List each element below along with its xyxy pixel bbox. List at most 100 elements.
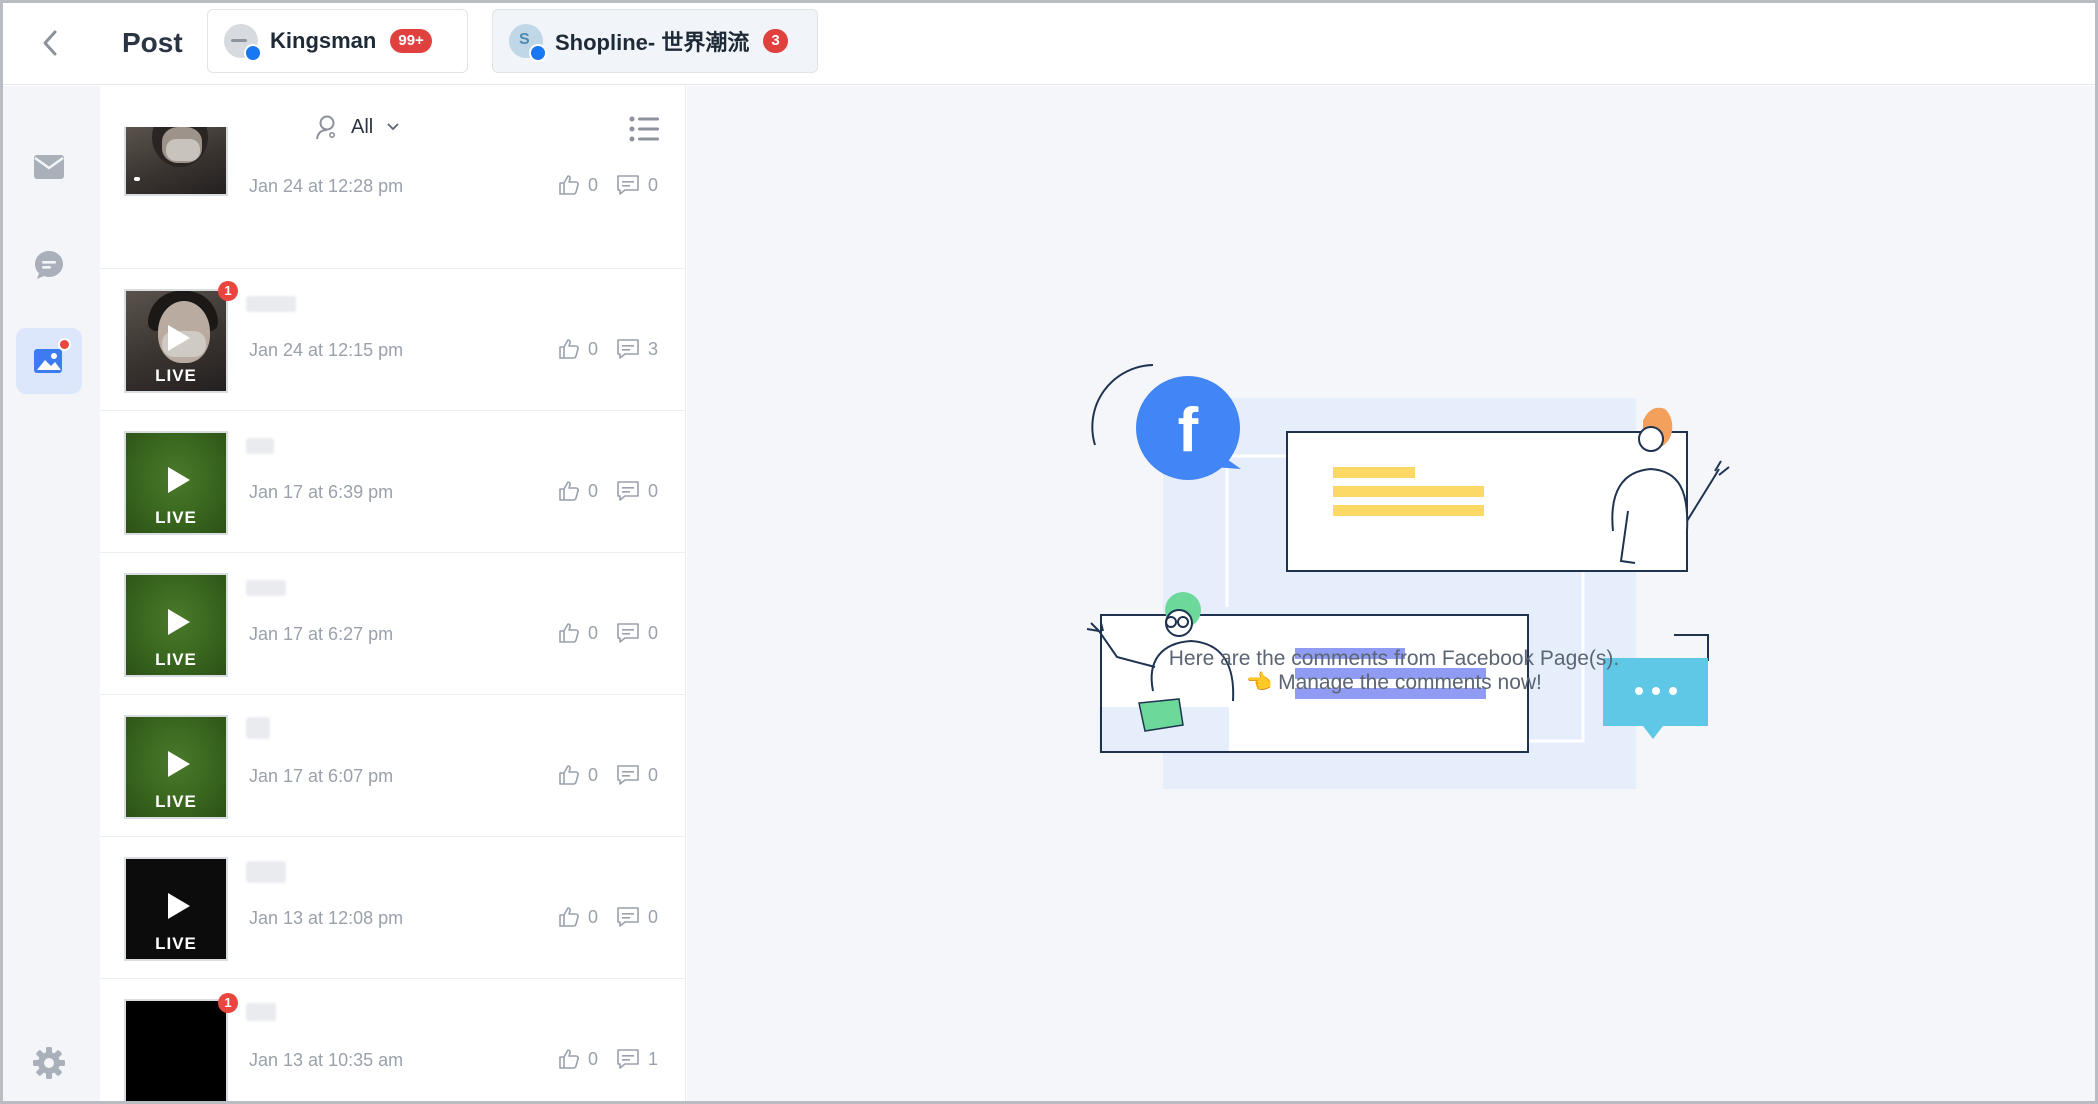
post-item[interactable]: LIVE Jan 13 at 12:08 pm 0 0 [100, 837, 685, 979]
live-label: LIVE [155, 934, 197, 953]
empty-state-message: Here are the comments from Facebook Page… [1168, 647, 1620, 670]
empty-state-cta: 👈 Manage the comments now! [1246, 671, 1542, 694]
comment-count: 3 [648, 338, 659, 359]
play-icon [168, 325, 190, 351]
thumbs-up-icon [559, 907, 579, 927]
live-label: LIVE [155, 508, 197, 527]
post-date: Jan 13 at 10:35 am [249, 1050, 404, 1070]
page-tab-shopline[interactable]: S Shopline- 世界潮流 3 [492, 9, 818, 73]
post-item[interactable]: Jan 24 at 12:28 pm 0 0 [100, 127, 685, 269]
post-title-redacted [246, 296, 296, 312]
like-count: 0 [588, 764, 599, 785]
post-comment-count: 0 [616, 764, 658, 786]
post-item[interactable]: 1 Jan 13 at 10:35 am 0 1 [100, 979, 685, 1101]
nav-settings[interactable] [16, 1030, 82, 1096]
comment-count: 0 [648, 906, 659, 927]
comments-illustration: f [1086, 364, 1730, 789]
app-window: Post Kingsman 99+ S Shopline- 世界潮流 3 All… [0, 0, 2098, 1104]
thumbs-up-icon [559, 765, 579, 785]
gear-icon [33, 1047, 65, 1079]
post-item[interactable]: LIVE Jan 17 at 6:27 pm 0 0 [100, 553, 685, 695]
post-title-redacted [246, 580, 286, 596]
post-like-count: 0 [558, 764, 598, 786]
post-comment-count: 3 [616, 338, 658, 360]
back-button[interactable] [25, 21, 75, 65]
post-thumbnail [124, 999, 228, 1101]
comment-icon [617, 1049, 639, 1069]
post-date: Jan 17 at 6:07 pm [249, 766, 394, 786]
page-tab-label: Shopline- 世界潮流 [555, 30, 750, 55]
like-count: 0 [588, 480, 599, 501]
post-thumbnail: LIVE [124, 715, 228, 819]
comment-icon [617, 907, 639, 927]
page-title: Post [122, 27, 183, 58]
chevron-left-icon [43, 30, 57, 56]
live-label: LIVE [155, 366, 197, 385]
left-nav-rail [3, 86, 100, 1101]
post-comment-count: 0 [616, 174, 658, 196]
like-count: 0 [588, 174, 599, 195]
post-like-count: 0 [558, 338, 598, 360]
page-tab-kingsman[interactable]: Kingsman 99+ [207, 9, 468, 73]
thumbs-up-icon [559, 623, 579, 643]
post-item[interactable]: LIVE Jan 17 at 6:07 pm 0 0 [100, 695, 685, 837]
like-count: 0 [588, 622, 599, 643]
post-date: Jan 24 at 12:28 pm [249, 176, 404, 196]
post-like-count: 0 [558, 174, 598, 196]
top-header: Post Kingsman 99+ S Shopline- 世界潮流 3 [3, 3, 2095, 85]
chat-bubble-icon [35, 251, 63, 279]
comment-count: 0 [648, 480, 659, 501]
comment-count: 0 [648, 622, 659, 643]
post-thumbnail: LIVE [124, 573, 228, 677]
thumbs-up-icon [559, 1049, 579, 1069]
comment-icon [617, 175, 639, 195]
image-post-icon [34, 349, 62, 373]
facebook-badge-icon [244, 44, 262, 62]
comment-icon [617, 623, 639, 643]
like-count: 0 [588, 1048, 599, 1069]
live-label: LIVE [155, 650, 197, 669]
live-label: LIVE [155, 792, 197, 811]
post-thumbnail [124, 127, 228, 196]
post-date: Jan 13 at 12:08 pm [249, 908, 404, 928]
post-like-count: 0 [558, 622, 598, 644]
post-title-redacted [246, 717, 270, 739]
nav-inbox[interactable] [16, 134, 82, 200]
unread-count-badge: 1 [218, 281, 238, 301]
nav-posts[interactable] [16, 328, 82, 394]
svg-text:f: f [1178, 396, 1199, 465]
unread-count-badge: 99+ [390, 29, 432, 53]
comment-count: 1 [648, 1048, 659, 1069]
notification-dot [58, 338, 71, 351]
page-tab-label: Kingsman [270, 28, 377, 53]
like-count: 0 [588, 338, 599, 359]
comment-icon [617, 339, 639, 359]
post-comment-count: 0 [616, 906, 658, 928]
post-like-count: 0 [558, 480, 598, 502]
page-avatar [224, 24, 262, 62]
thumbs-up-icon [559, 481, 579, 501]
post-title-redacted [246, 438, 274, 454]
post-date: Jan 24 at 12:15 pm [249, 340, 404, 360]
thumbs-up-icon [559, 339, 579, 359]
nav-comments[interactable] [16, 232, 82, 298]
comment-count: 0 [648, 174, 659, 195]
post-like-count: 0 [558, 1048, 598, 1070]
post-comment-count: 0 [616, 480, 658, 502]
post-item[interactable]: LIVE 1 Jan 24 at 12:15 pm 0 3 [100, 269, 685, 411]
like-count: 0 [588, 906, 599, 927]
unread-count-badge: 3 [763, 29, 788, 53]
comments-empty-state: f Here are the comments from Facebook Pa… [687, 86, 2095, 1101]
post-list-pane: All Jan 24 at 12:28 pm 0 0 LIVE 1 Jan 24… [100, 86, 686, 1101]
post-like-count: 0 [558, 906, 598, 928]
page-avatar: S [509, 24, 547, 62]
post-title-redacted [246, 861, 286, 883]
comment-count: 0 [648, 764, 659, 785]
play-icon [168, 467, 190, 493]
post-thumbnail: LIVE [124, 857, 228, 961]
comment-icon [617, 481, 639, 501]
facebook-badge-icon [529, 44, 547, 62]
post-item[interactable]: LIVE Jan 17 at 6:39 pm 0 0 [100, 411, 685, 553]
post-date: Jan 17 at 6:39 pm [249, 482, 394, 502]
comment-icon [617, 765, 639, 785]
